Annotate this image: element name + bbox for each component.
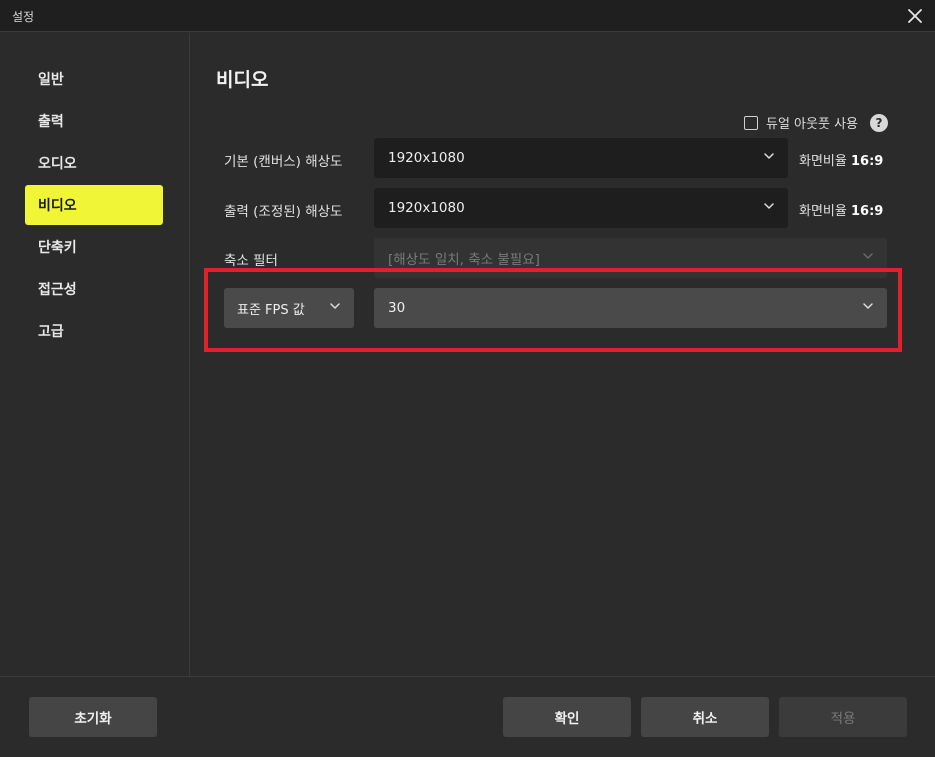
base-aspect-ratio-value: 16:9 [850,154,884,169]
output-resolution-value: 1920x1080 [388,200,465,216]
sidebar-item-video[interactable]: 비디오 [25,185,163,225]
dual-output-label: 듀얼 아웃풋 사용 [766,117,858,132]
output-aspect-ratio-value: 16:9 [850,204,884,219]
close-button[interactable] [901,2,929,30]
sidebar-item-hotkeys[interactable]: 단축키 [25,227,163,267]
output-resolution-select[interactable]: 1920x1080 [374,188,788,228]
ok-button[interactable]: 확인 [503,697,631,737]
base-resolution-select[interactable]: 1920x1080 [374,138,788,178]
sidebar-item-accessibility[interactable]: 접근성 [25,269,163,309]
chevron-down-icon [863,253,873,259]
sidebar-item-advanced[interactable]: 고급 [25,311,163,351]
downscale-filter-label: 축소 필터 [224,253,278,269]
base-resolution-label: 기본 (캔버스) 해상도 [224,154,343,170]
fps-value-select[interactable]: 30 [374,288,887,328]
dual-output-checkbox[interactable] [744,115,758,130]
sidebar-item-general[interactable]: 일반 [25,59,163,99]
fps-type-select[interactable]: 표준 FPS 값 [224,288,354,328]
chevron-down-icon [863,303,873,309]
dual-output-toggle[interactable]: 듀얼 아웃풋 사용 ? [744,113,888,132]
chevron-down-icon [764,153,774,159]
output-aspect-ratio-label: 화면비율 [799,204,847,219]
settings-sidebar: 일반 출력 오디오 비디오 단축키 접근성 고급 [0,33,190,676]
sidebar-item-output[interactable]: 출력 [25,101,163,141]
video-settings-panel: 비디오 듀얼 아웃풋 사용 ? 기본 (캔버스) 해상도 1920x1080 화… [191,33,935,676]
reset-button[interactable]: 초기화 [29,697,157,737]
window-title: 설정 [12,10,35,24]
base-aspect-ratio: 화면비율 16:9 [799,150,883,169]
base-resolution-value: 1920x1080 [388,150,465,166]
sidebar-item-audio[interactable]: 오디오 [25,143,163,183]
chevron-down-icon [330,303,340,309]
output-resolution-label: 출력 (조정된) 해상도 [224,204,343,220]
help-icon[interactable]: ? [870,113,888,132]
output-aspect-ratio: 화면비율 16:9 [799,200,883,219]
footer-bar: 초기화 확인 취소 적용 [0,676,935,757]
fps-type-label: 표준 FPS 값 [237,302,305,318]
fps-value: 30 [388,300,406,316]
downscale-filter-select: [해상도 일치, 축소 불필요] [374,238,887,278]
base-aspect-ratio-label: 화면비율 [799,154,847,169]
apply-button: 적용 [779,697,907,737]
downscale-filter-placeholder: [해상도 일치, 축소 불필요] [388,252,540,268]
close-icon [908,9,922,23]
title-bar: 설정 [0,0,935,32]
chevron-down-icon [764,203,774,209]
cancel-button[interactable]: 취소 [641,697,769,737]
page-title: 비디오 [216,69,269,91]
